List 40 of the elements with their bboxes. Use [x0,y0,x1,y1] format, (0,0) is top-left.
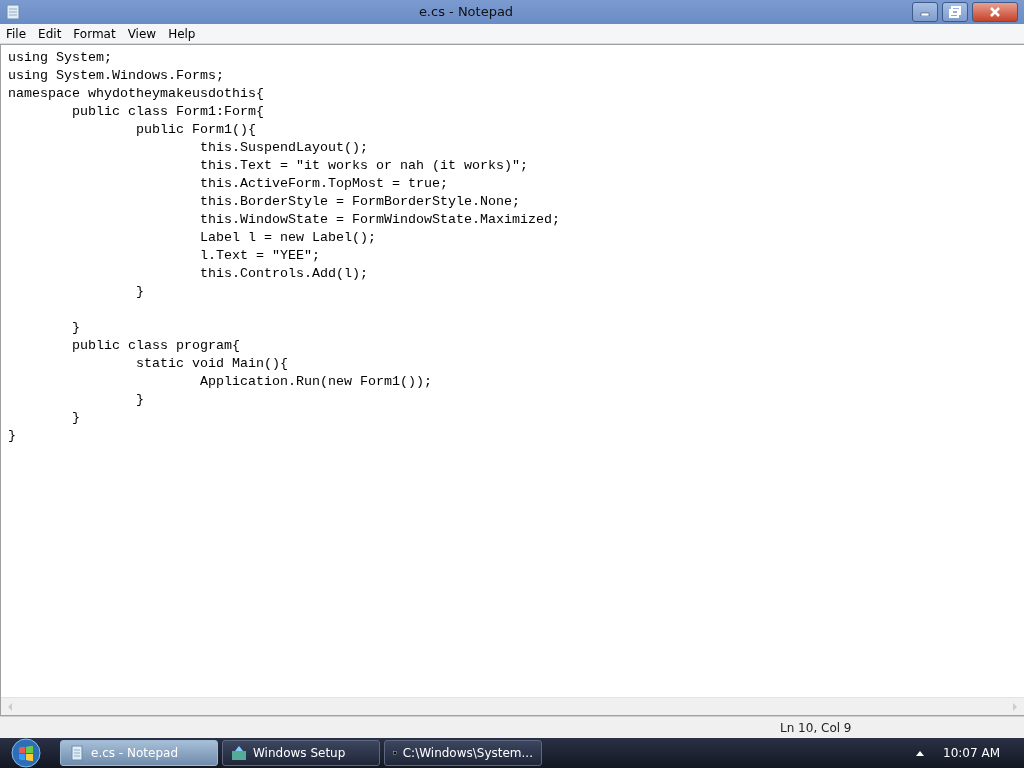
code-line: public class program{ [71,337,240,355]
clock: 10:07 AM [943,745,1000,762]
restore-icon [949,6,961,18]
restore-button[interactable] [942,2,968,22]
close-button[interactable] [972,2,1018,22]
installer-icon [231,745,247,761]
code-line: public Form1(){ [135,121,256,139]
code-line: this.SuspendLayout(); [198,139,368,157]
menu-item[interactable]: File [0,24,33,43]
taskbar-button[interactable]: C:\Windows\System... [384,740,542,766]
code-line: using System.Windows.Forms; [8,67,224,85]
menu-item[interactable]: View [121,24,163,43]
tray-arrow-icon[interactable] [915,749,926,757]
menu-item[interactable]: Help [162,24,202,43]
code-line: using System; [8,49,112,67]
code-line: Application.Run(new Form1()); [198,373,432,391]
menu-item[interactable]: Edit [32,24,68,43]
code-line: } [135,391,144,409]
code-line: public class Form1:Form{ [71,103,264,121]
taskbar-button[interactable]: Windows Setup [222,740,380,766]
code-line: static void Main(){ [135,355,288,373]
minimize-button[interactable] [912,2,938,22]
menu-item[interactable]: Format [67,24,122,43]
code-line: this.Text = "it works or nah (it works)"; [198,157,528,175]
code-line: } [135,283,144,301]
notepad-icon [6,4,20,20]
code-line: this.Controls.Add(l); [198,265,368,283]
code-line: Label l = new Label(); [198,229,376,247]
code-line: this.ActiveForm.TopMost = true; [198,175,448,193]
code-line: this.WindowState = FormWindowState.Maximized; [198,211,560,229]
code-line: } [71,409,80,427]
close-icon [989,6,1001,18]
notepad-icon [69,745,85,761]
cursor-position: Ln 10, Col 9 [780,719,853,737]
window-title: e.cs - Notepad [417,3,515,22]
code-line: this.BorderStyle = FormBorderStyle.None; [198,193,520,211]
code-line: } [71,319,80,337]
code-line: namespace whydotheymakeusdothis{ [8,85,264,103]
code-line: } [8,427,16,445]
code-line: l.Text = "YEE"; [198,247,320,265]
